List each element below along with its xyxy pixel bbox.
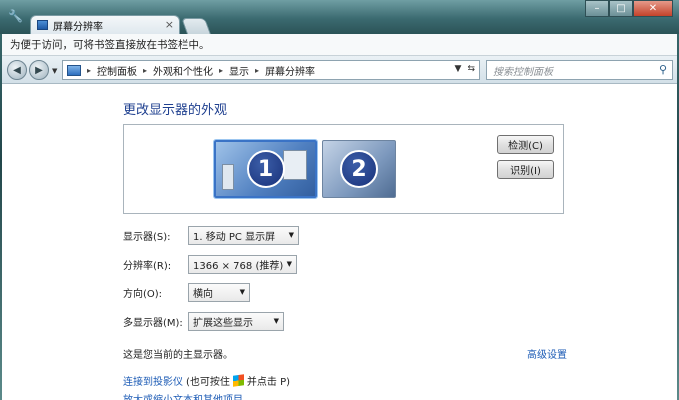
display-row: 显示器(S): 1. 移动 PC 显示屏 ▼ xyxy=(123,226,299,245)
connect-projector-link[interactable]: 连接到投影仪 xyxy=(123,373,183,388)
breadcrumb-resolution[interactable]: 屏幕分辨率 xyxy=(265,63,315,78)
display-label: 显示器(S): xyxy=(123,232,171,243)
bookmark-infobar: 为便于访问，可将书签直接放在书签栏中。 xyxy=(2,34,677,56)
projector-hint-prefix: (也可按住 xyxy=(186,377,230,388)
orientation-label: 方向(O): xyxy=(123,289,163,300)
orientation-value: 横向 xyxy=(193,289,213,300)
display-value: 1. 移动 PC 显示屏 xyxy=(193,232,276,243)
search-box[interactable]: 搜索控制面板 ⚲ xyxy=(486,60,673,80)
back-button[interactable]: ◀ xyxy=(7,60,27,80)
monitor-2[interactable]: 2 xyxy=(322,140,396,198)
monitor-preview: 1 2 检测(C) 识别(I) xyxy=(123,124,564,214)
identify-button[interactable]: 识别(I) xyxy=(497,160,554,179)
navigation-bar: ◀ ▶ ▼ ▸ 控制面板 ▸ 外观和个性化 ▸ 显示 ▸ 屏幕分辨率 ▼ ⇆ 搜… xyxy=(2,56,677,84)
dropdown-icon[interactable]: ▼ xyxy=(455,64,462,74)
monitor-1[interactable]: 1 xyxy=(213,139,318,199)
history-dropdown-icon[interactable]: ▼ xyxy=(52,67,57,75)
projector-row: 连接到投影仪 (也可按住 并点击 P) xyxy=(123,373,290,388)
monitor-number-2: 2 xyxy=(340,150,378,188)
control-panel-icon xyxy=(67,64,81,76)
refresh-icon[interactable]: ⇆ xyxy=(467,64,475,74)
display-select[interactable]: 1. 移动 PC 显示屏 ▼ xyxy=(188,226,299,245)
main-display-note: 这是您当前的主显示器。 xyxy=(123,350,233,361)
close-button[interactable]: ✕ xyxy=(633,0,673,17)
text-size-link[interactable]: 放大或缩小文本和其他项目 xyxy=(123,391,243,400)
breadcrumb-display[interactable]: 显示 xyxy=(229,63,249,78)
chevron-right-icon[interactable]: ▸ xyxy=(143,66,147,75)
detect-button[interactable]: 检测(C) xyxy=(497,135,554,154)
chevron-right-icon[interactable]: ▸ xyxy=(219,66,223,75)
advanced-settings-link[interactable]: 高级设置 xyxy=(527,346,567,361)
chevron-down-icon: ▼ xyxy=(239,288,245,296)
window-thumbnail-icon xyxy=(283,150,307,180)
control-panel-icon xyxy=(37,20,48,30)
new-tab-button[interactable] xyxy=(181,18,211,34)
search-input[interactable]: 搜索控制面板 xyxy=(493,63,553,78)
chevron-right-icon[interactable]: ▸ xyxy=(255,66,259,75)
chevron-down-icon: ▼ xyxy=(288,231,294,239)
window-thumbnail-icon xyxy=(222,164,234,190)
wrench-icon[interactable]: 🔧 xyxy=(8,9,23,23)
page-title: 更改显示器的外观 xyxy=(123,103,228,118)
breadcrumb-control-panel[interactable]: 控制面板 xyxy=(97,63,137,78)
infobar-text: 为便于访问，可将书签直接放在书签栏中。 xyxy=(10,39,210,51)
address-actions: ▼ ⇆ xyxy=(455,64,475,74)
chevron-down-icon: ▼ xyxy=(286,260,292,268)
title-bar: 🔧 屏幕分辨率 × – □ ✕ xyxy=(0,0,679,34)
orientation-select[interactable]: 横向 ▼ xyxy=(188,283,250,302)
forward-button[interactable]: ▶ xyxy=(29,60,49,80)
tab-screen-resolution[interactable]: 屏幕分辨率 × xyxy=(30,15,180,34)
multi-display-select[interactable]: 扩展这些显示 ▼ xyxy=(188,312,284,331)
window-controls: – □ ✕ xyxy=(585,0,673,17)
resolution-row: 分辨率(R): 1366 × 768 (推荐) ▼ xyxy=(123,255,297,274)
resolution-label: 分辨率(R): xyxy=(123,261,172,272)
tab-label: 屏幕分辨率 xyxy=(53,21,103,33)
resolution-value: 1366 × 768 (推荐) xyxy=(193,261,284,272)
multi-display-row: 多显示器(M): 扩展这些显示 ▼ xyxy=(123,312,284,331)
breadcrumb-appearance[interactable]: 外观和个性化 xyxy=(153,63,213,78)
address-bar[interactable]: ▸ 控制面板 ▸ 外观和个性化 ▸ 显示 ▸ 屏幕分辨率 ▼ ⇆ xyxy=(62,60,480,80)
maximize-button[interactable]: □ xyxy=(609,0,633,17)
resolution-select[interactable]: 1366 × 768 (推荐) ▼ xyxy=(188,255,297,274)
multi-display-label: 多显示器(M): xyxy=(123,318,183,329)
multi-display-value: 扩展这些显示 xyxy=(193,318,253,329)
projector-hint-suffix: 并点击 P) xyxy=(246,377,291,388)
monitor-number-1: 1 xyxy=(246,150,285,188)
orientation-row: 方向(O): 横向 ▼ xyxy=(123,283,250,302)
main-content: 更改显示器的外观 1 2 检测(C) 识别(I) 显示器(S): 1. 移动 P… xyxy=(2,84,677,400)
windows-logo-icon xyxy=(232,374,244,387)
search-icon[interactable]: ⚲ xyxy=(659,63,667,76)
chevron-down-icon: ▼ xyxy=(273,317,279,325)
minimize-button[interactable]: – xyxy=(585,0,609,17)
chevron-right-icon[interactable]: ▸ xyxy=(87,66,91,75)
close-icon[interactable]: × xyxy=(165,18,174,31)
